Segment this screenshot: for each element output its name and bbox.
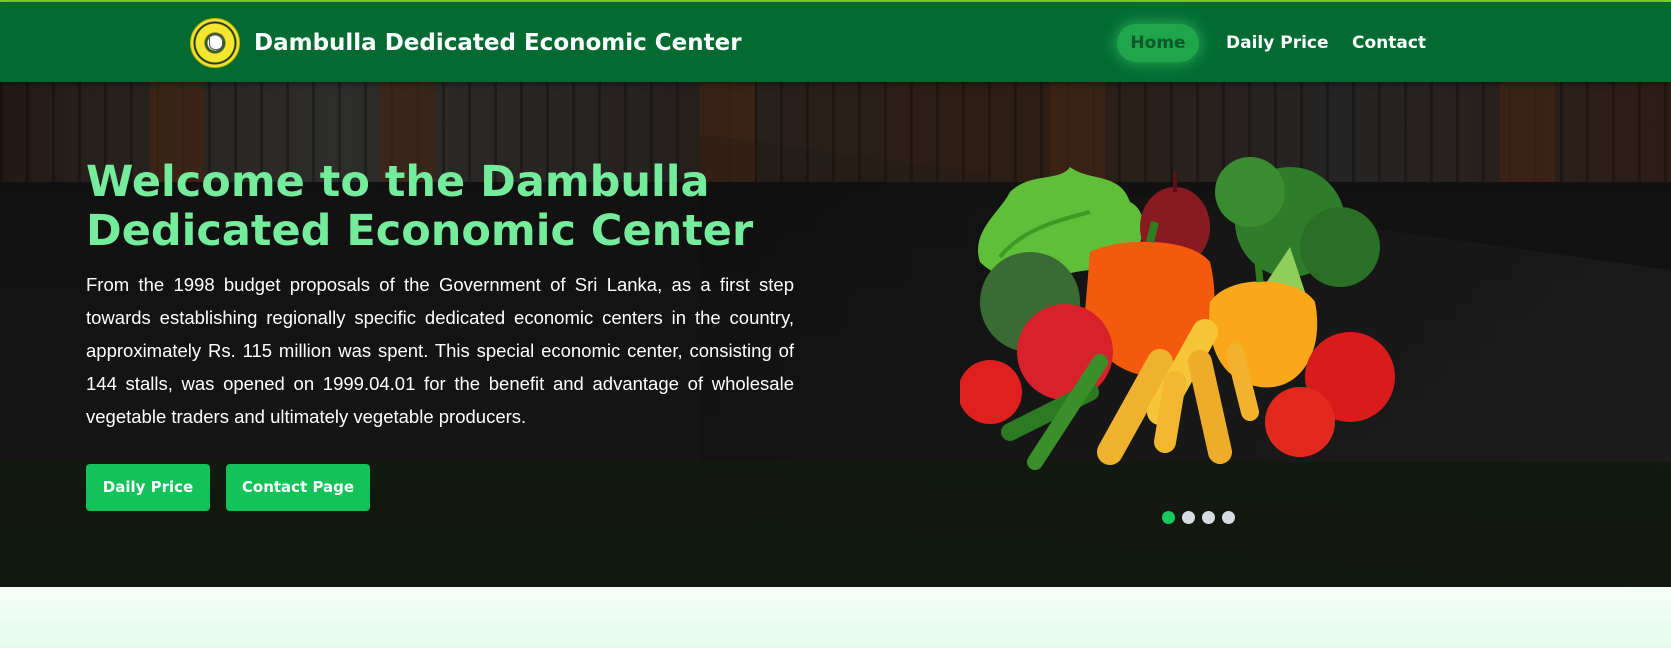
carousel-dot-2[interactable] bbox=[1182, 511, 1195, 524]
logo-emblem-icon[interactable] bbox=[190, 18, 240, 68]
nav-home[interactable]: Home bbox=[1117, 24, 1199, 62]
carousel-dot-1[interactable] bbox=[1162, 511, 1175, 524]
hero-title: Welcome to the Dambulla Dedicated Econom… bbox=[86, 157, 754, 256]
hero-section: Welcome to the Dambulla Dedicated Econom… bbox=[0, 82, 1671, 587]
carousel-dot-4[interactable] bbox=[1222, 511, 1235, 524]
navbar: Dambulla Dedicated Economic Center Home … bbox=[0, 2, 1671, 82]
next-section bbox=[0, 587, 1671, 648]
contact-page-button[interactable]: Contact Page bbox=[226, 464, 370, 511]
vegetables-image-icon bbox=[960, 157, 1395, 470]
nav-daily-price[interactable]: Daily Price bbox=[1226, 24, 1329, 62]
hero-description: From the 1998 budget proposals of the Go… bbox=[86, 274, 794, 427]
daily-price-button[interactable]: Daily Price bbox=[86, 464, 210, 511]
nav-contact[interactable]: Contact bbox=[1352, 24, 1426, 62]
brand-title[interactable]: Dambulla Dedicated Economic Center bbox=[254, 30, 742, 56]
carousel-dot-3[interactable] bbox=[1202, 511, 1215, 524]
